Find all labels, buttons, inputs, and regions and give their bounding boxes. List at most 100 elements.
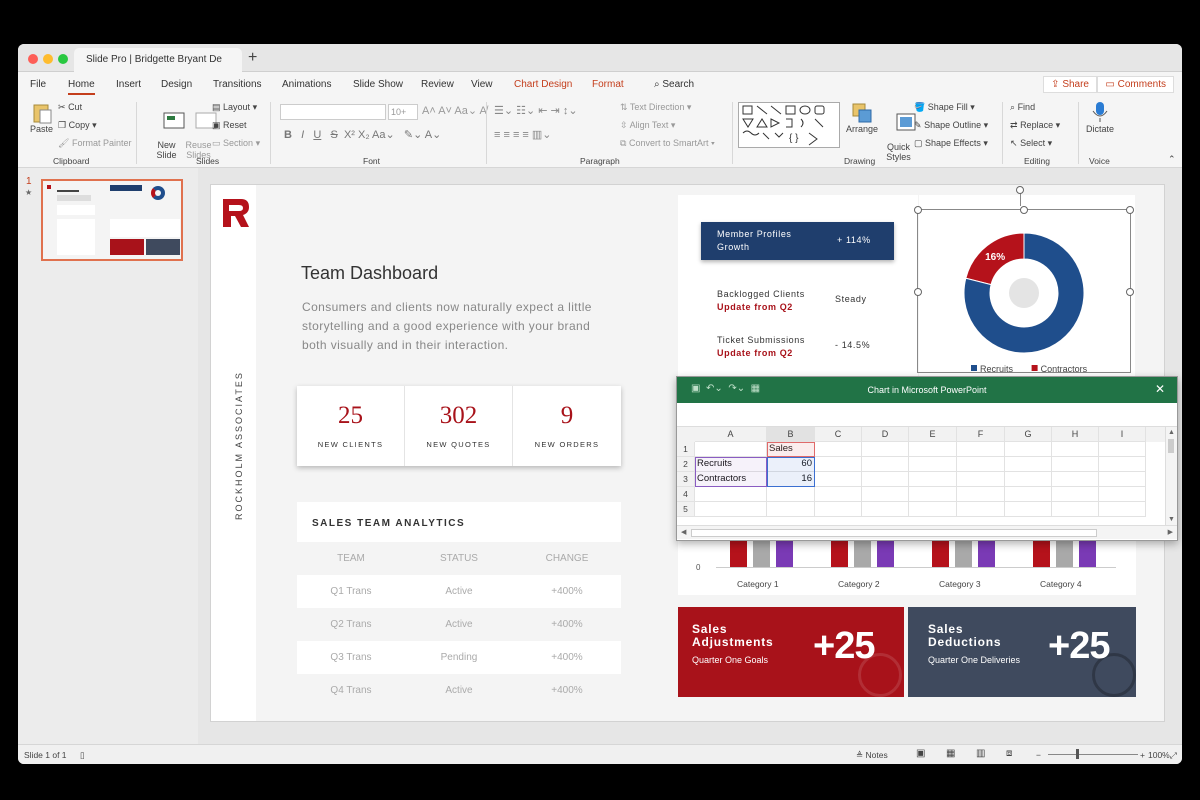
formula-bar[interactable] [677, 403, 1177, 427]
bold-button[interactable]: B [284, 129, 292, 141]
column-header[interactable]: H [1052, 427, 1099, 442]
notes-button[interactable]: ≜ Notes [856, 750, 888, 761]
menu-slide-show[interactable]: Slide Show [353, 79, 403, 90]
sheet-cell[interactable] [1099, 442, 1146, 457]
dictate-button[interactable]: Dictate [1086, 100, 1114, 134]
slide-thumbnail[interactable] [41, 179, 183, 261]
zoom-slider-thumb[interactable] [1076, 749, 1079, 759]
sheet-cell[interactable] [1052, 502, 1099, 517]
rotate-handle[interactable] [1016, 186, 1024, 194]
menu-view[interactable]: View [471, 79, 493, 90]
sales-adjustments-card[interactable]: Sales Adjustments Quarter One Goals +25 [678, 607, 904, 697]
sheet-cell[interactable] [767, 502, 815, 517]
sheet-cell[interactable] [957, 457, 1005, 472]
document-tab[interactable]: Slide Pro | Bridgette Bryant De [74, 48, 242, 72]
cut-button[interactable]: ✂ Cut [58, 102, 82, 113]
column-header[interactable]: F [957, 427, 1005, 442]
sheet-cell[interactable] [1099, 457, 1146, 472]
share-button[interactable]: ⇪ Share [1043, 76, 1097, 93]
kpi-card[interactable]: 25 NEW CLIENTS 302 NEW QUOTES 9 NEW ORDERS [297, 386, 621, 466]
list-buttons[interactable]: ☰⌄ ☷⌄ ⇤ ⇥ ↕⌄ [494, 104, 578, 117]
horizontal-scrollbar[interactable]: ◀ ▶ [677, 525, 1177, 539]
column-header[interactable]: G [1005, 427, 1052, 442]
sheet-cell[interactable] [815, 472, 862, 487]
zoom-slider[interactable] [1048, 754, 1138, 755]
sheet-cell[interactable] [767, 487, 815, 502]
menu-design[interactable]: Design [161, 79, 192, 90]
zoom-level[interactable]: 100% [1148, 750, 1170, 760]
sheet-cell[interactable] [957, 472, 1005, 487]
column-header[interactable]: A [695, 427, 767, 442]
comments-button[interactable]: ▭ Comments [1097, 76, 1174, 93]
menu-insert[interactable]: Insert [116, 79, 141, 90]
menu-file[interactable]: File [30, 79, 46, 90]
sheet-cell[interactable] [695, 502, 767, 517]
sheet-cell[interactable] [815, 502, 862, 517]
row-header[interactable]: 1 [677, 442, 695, 457]
font-size-field[interactable]: 10+ [388, 104, 418, 120]
shape-outline-button[interactable]: ✎ Shape Outline ▾ [914, 120, 988, 131]
column-header[interactable]: D [862, 427, 909, 442]
sheet-cell[interactable] [957, 502, 1005, 517]
sheet-cell[interactable] [1005, 487, 1052, 502]
sheet-cell[interactable] [862, 442, 909, 457]
underline-button[interactable]: U [313, 129, 321, 141]
menu-transitions[interactable]: Transitions [213, 79, 262, 90]
strike-button[interactable]: S [330, 129, 337, 141]
zoom-in-icon[interactable]: + [1140, 750, 1145, 760]
align-text-button[interactable]: ⇳ Align Text ▾ [620, 120, 675, 131]
resize-handle[interactable] [1126, 288, 1134, 296]
sheet-cell[interactable] [909, 442, 957, 457]
sheet-cell[interactable] [1052, 487, 1099, 502]
sheet-cell[interactable] [862, 472, 909, 487]
accessibility-icon[interactable]: ▯ [80, 750, 85, 761]
collapse-ribbon-icon[interactable]: ⌃ [1168, 154, 1176, 165]
font-style-buttons[interactable]: B I U S X² X₂ Aa⌄ ✎⌄ A⌄ [284, 128, 441, 141]
sheet-cell[interactable] [909, 457, 957, 472]
sheet-cell[interactable] [695, 442, 767, 457]
menu-chart-design[interactable]: Chart Design [514, 79, 572, 90]
sheet-cell[interactable] [815, 487, 862, 502]
menu-animations[interactable]: Animations [282, 79, 331, 90]
metrics-panel[interactable]: Member Profiles Growth + 114% Backlogged… [678, 195, 918, 395]
sales-deductions-card[interactable]: Sales Deductions Quarter One Deliveries … [908, 607, 1136, 697]
text-direction-button[interactable]: ⇅ Text Direction ▾ [620, 102, 691, 113]
slide-sorter-icon[interactable]: ▦ [946, 748, 955, 759]
new-tab-button[interactable]: + [248, 49, 257, 67]
resize-handle[interactable] [914, 288, 922, 296]
sheet-cell[interactable] [957, 487, 1005, 502]
align-buttons[interactable]: ≡ ≡ ≡ ≡ ▥⌄ [494, 128, 552, 141]
sheet-cell[interactable] [1005, 472, 1052, 487]
reset-button[interactable]: ▣ Reset [212, 120, 247, 131]
column-header[interactable]: C [815, 427, 862, 442]
menu-review[interactable]: Review [421, 79, 454, 90]
arrange-button[interactable]: Arrange [846, 102, 878, 134]
vertical-scrollbar[interactable]: ▲ ▼ [1165, 427, 1177, 525]
sheet-cell[interactable] [957, 442, 1005, 457]
sheet-cell[interactable] [815, 457, 862, 472]
resize-handle[interactable] [1126, 206, 1134, 214]
font-name-field[interactable] [280, 104, 386, 120]
italic-button[interactable]: I [301, 129, 304, 141]
fit-slide-icon[interactable]: ⤢ [1170, 750, 1177, 761]
paste-button[interactable]: Paste [30, 102, 53, 134]
row-header[interactable]: 4 [677, 487, 695, 502]
sheet-cell[interactable] [1005, 502, 1052, 517]
format-painter-button[interactable]: 🖌 Format Painter [58, 138, 131, 149]
shape-effects-button[interactable]: ▢ Shape Effects ▾ [914, 138, 988, 149]
close-window-button[interactable] [28, 54, 38, 64]
chart-data-sheet-window[interactable]: ▣ ↶⌄ ↷⌄ ▦ Chart in Microsoft PowerPoint … [676, 376, 1178, 541]
sheet-cell[interactable] [862, 457, 909, 472]
sheet-cell[interactable] [1005, 457, 1052, 472]
sheet-grid[interactable]: A B C D E F G H I 1 Sales 2 Recruits 60 3 Contractors 16… [677, 427, 1165, 523]
sheet-cell[interactable] [1099, 502, 1146, 517]
sheet-cell[interactable] [909, 472, 957, 487]
menu-format[interactable]: Format [592, 79, 624, 90]
sheet-cell[interactable] [815, 442, 862, 457]
column-header[interactable]: B [767, 427, 815, 442]
reading-view-icon[interactable]: ▥ [976, 748, 985, 759]
sheet-cell[interactable] [1099, 487, 1146, 502]
select-button[interactable]: ↖ Select ▾ [1010, 138, 1052, 149]
sheet-cell[interactable] [909, 502, 957, 517]
row-header[interactable]: 2 [677, 457, 695, 472]
